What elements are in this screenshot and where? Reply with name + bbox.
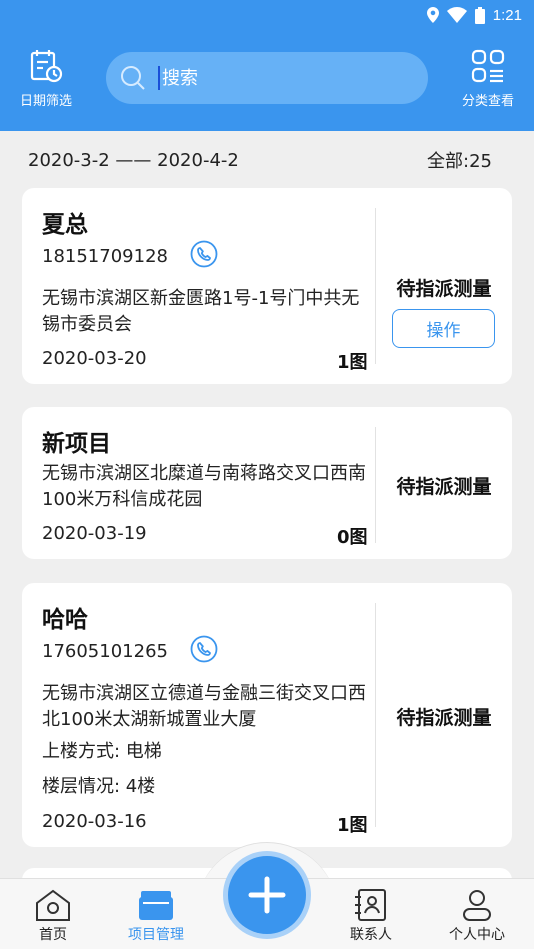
project-address: 无锡市滨湖区北糜道与南蒋路交叉口西南100米万科信成花园 <box>42 463 366 510</box>
plus-icon <box>248 876 286 914</box>
project-status: 待指派测量 <box>396 707 492 729</box>
nav-home[interactable]: 首页 <box>34 888 72 944</box>
nav-contacts[interactable]: 联系人 <box>350 888 392 944</box>
project-name: 哈哈 <box>42 607 88 633</box>
floor-info: 楼层情况: 4楼 <box>42 776 156 797</box>
project-date: 2020-03-16 <box>42 811 147 832</box>
date-filter-label: 日期筛选 <box>19 94 72 109</box>
date-range[interactable]: 2020-3-2 —— 2020-4-2 <box>28 150 239 171</box>
nav-profile-label: 个人中心 <box>449 927 505 943</box>
project-name: 新项目 <box>42 431 111 457</box>
user-icon <box>463 890 491 921</box>
nav-home-label: 首页 <box>39 927 67 943</box>
battery-icon <box>474 6 485 24</box>
project-card[interactable]: 夏总 18151709128 无锡市滨湖区新金匮路1号-1号门中共无锡市委员会 … <box>22 188 512 384</box>
project-status: 待指派测量 <box>396 476 492 498</box>
project-address: 无锡市滨湖区立德道与金融三街交叉口西北100米太湖新城置业大厦 <box>42 683 366 730</box>
nav-projects[interactable]: 项目管理 <box>128 888 184 944</box>
image-count: 0图 <box>337 527 368 548</box>
project-address: 无锡市滨湖区新金匮路1号-1号门中共无锡市委员会 <box>42 288 360 335</box>
project-card[interactable]: 哈哈 17605101265 无锡市滨湖区立德道与金融三街交叉口西北100米太湖… <box>22 583 512 847</box>
search-bar[interactable] <box>106 52 428 104</box>
app-header: 1:21 日期筛选 分类查看 <box>0 0 534 131</box>
folder-icon <box>139 891 173 920</box>
location-icon <box>426 7 439 23</box>
image-count: 1图 <box>337 815 368 836</box>
add-button[interactable] <box>228 856 306 934</box>
phone-number: 18151709128 <box>42 246 168 267</box>
category-view-label: 分类查看 <box>461 94 514 109</box>
wifi-icon <box>446 7 467 23</box>
search-icon <box>120 65 146 91</box>
total-count: 全部:25 <box>427 151 492 172</box>
phone-call-icon[interactable] <box>190 635 218 663</box>
calendar-clock-icon <box>30 50 63 83</box>
home-icon <box>36 889 70 921</box>
image-count: 1图 <box>337 352 368 373</box>
nav-profile[interactable]: 个人中心 <box>449 888 505 944</box>
date-filter-button[interactable]: 日期筛选 <box>8 48 84 109</box>
grid-list-icon <box>471 49 505 83</box>
phone-number: 17605101265 <box>42 641 168 662</box>
project-status: 待指派测量 <box>396 278 492 300</box>
clock: 1:21 <box>492 6 522 24</box>
project-name: 夏总 <box>42 212 88 238</box>
project-date: 2020-03-20 <box>42 348 147 369</box>
nav-projects-label: 项目管理 <box>128 927 184 943</box>
nav-contacts-label: 联系人 <box>350 927 392 943</box>
text-cursor <box>158 66 160 90</box>
contacts-icon <box>355 889 386 921</box>
category-view-button[interactable]: 分类查看 <box>450 48 526 109</box>
phone-call-icon[interactable] <box>190 240 218 268</box>
search-input[interactable] <box>162 67 382 89</box>
project-date: 2020-03-19 <box>42 523 147 544</box>
summary-row: 2020-3-2 —— 2020-4-2 全部:25 <box>28 146 492 174</box>
operate-button[interactable]: 操作 <box>392 309 495 348</box>
stairs-method: 上楼方式: 电梯 <box>42 741 162 762</box>
project-card[interactable]: 新项目 无锡市滨湖区北糜道与南蒋路交叉口西南100米万科信成花园 2020-03… <box>22 407 512 559</box>
status-bar: 1:21 <box>426 3 522 27</box>
